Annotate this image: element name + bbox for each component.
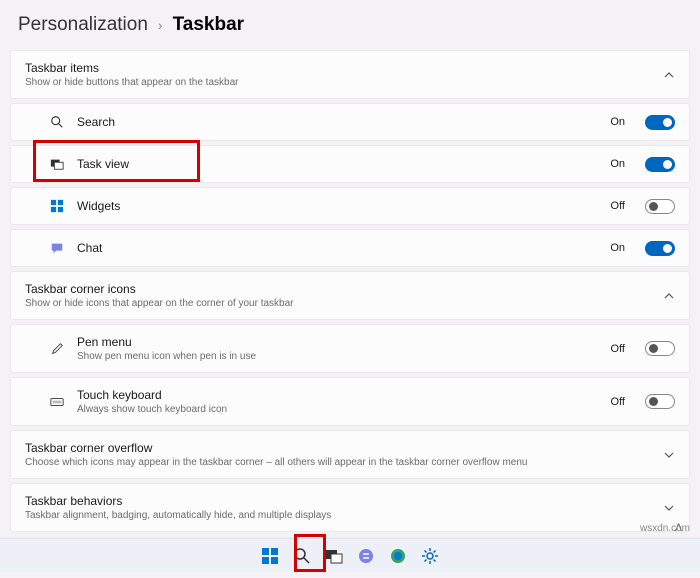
item-label: Pen menu [77, 335, 599, 349]
item-search: Search On [10, 103, 690, 141]
chevron-right-icon: › [158, 17, 163, 33]
toggle-chat[interactable] [645, 241, 675, 256]
section-title: Taskbar corner overflow [25, 441, 663, 455]
item-sublabel: Always show touch keyboard icon [77, 404, 599, 415]
section-behaviors[interactable]: Taskbar behaviors Taskbar alignment, bad… [10, 483, 690, 532]
toggle-status: Off [611, 200, 625, 212]
item-chat: Chat On [10, 229, 690, 267]
start-icon[interactable] [255, 543, 285, 569]
chat-icon [49, 240, 65, 256]
section-subtitle: Show or hide buttons that appear on the … [25, 77, 663, 88]
toggle-touch-keyboard[interactable] [645, 394, 675, 409]
toggle-status: Off [611, 343, 625, 355]
item-task-view: Task view On [10, 145, 690, 183]
section-subtitle: Choose which icons may appear in the tas… [25, 457, 663, 468]
item-label: Touch keyboard [77, 388, 599, 402]
section-overflow[interactable]: Taskbar corner overflow Choose which ico… [10, 430, 690, 479]
taskbar-edge-icon[interactable] [383, 543, 413, 569]
toggle-status: Off [611, 396, 625, 408]
task-view-icon [49, 156, 65, 172]
section-subtitle: Taskbar alignment, badging, automaticall… [25, 510, 663, 521]
section-title: Taskbar items [25, 61, 663, 75]
section-subtitle: Show or hide icons that appear on the co… [25, 298, 663, 309]
item-label: Task view [77, 157, 598, 171]
taskbar-settings-icon[interactable] [415, 543, 445, 569]
section-title: Taskbar behaviors [25, 494, 663, 508]
item-widgets: Widgets Off [10, 187, 690, 225]
item-label: Search [77, 115, 598, 129]
chevron-down-icon [663, 502, 675, 514]
pen-icon [49, 341, 65, 357]
item-label: Widgets [77, 199, 599, 213]
item-touch-keyboard: Touch keyboard Always show touch keyboar… [10, 377, 690, 426]
breadcrumb: Personalization › Taskbar [0, 0, 700, 46]
item-pen-menu: Pen menu Show pen menu icon when pen is … [10, 324, 690, 373]
section-header-corner-icons[interactable]: Taskbar corner icons Show or hide icons … [11, 272, 689, 319]
chevron-down-icon [663, 449, 675, 461]
search-icon [49, 114, 65, 130]
toggle-pen-menu[interactable] [645, 341, 675, 356]
section-header-taskbar-items[interactable]: Taskbar items Show or hide buttons that … [11, 51, 689, 98]
breadcrumb-current: Taskbar [173, 14, 244, 36]
widgets-icon [49, 198, 65, 214]
chevron-up-icon [663, 290, 675, 302]
section-corner-icons: Taskbar corner icons Show or hide icons … [10, 271, 690, 320]
watermark: wsxdn.com [640, 523, 690, 534]
item-label: Chat [77, 241, 598, 255]
breadcrumb-parent[interactable]: Personalization [18, 14, 148, 36]
taskbar-task-view-icon[interactable] [319, 543, 349, 569]
keyboard-icon [49, 394, 65, 410]
taskbar-chat-icon[interactable] [351, 543, 381, 569]
toggle-status: On [610, 116, 625, 128]
toggle-task-view[interactable] [645, 157, 675, 172]
taskbar [0, 538, 700, 572]
toggle-widgets[interactable] [645, 199, 675, 214]
item-sublabel: Show pen menu icon when pen is in use [77, 351, 599, 362]
toggle-search[interactable] [645, 115, 675, 130]
toggle-status: On [610, 242, 625, 254]
chevron-up-icon [663, 69, 675, 81]
section-title: Taskbar corner icons [25, 282, 663, 296]
section-taskbar-items: Taskbar items Show or hide buttons that … [10, 50, 690, 99]
taskbar-search-icon[interactable] [287, 543, 317, 569]
toggle-status: On [610, 158, 625, 170]
